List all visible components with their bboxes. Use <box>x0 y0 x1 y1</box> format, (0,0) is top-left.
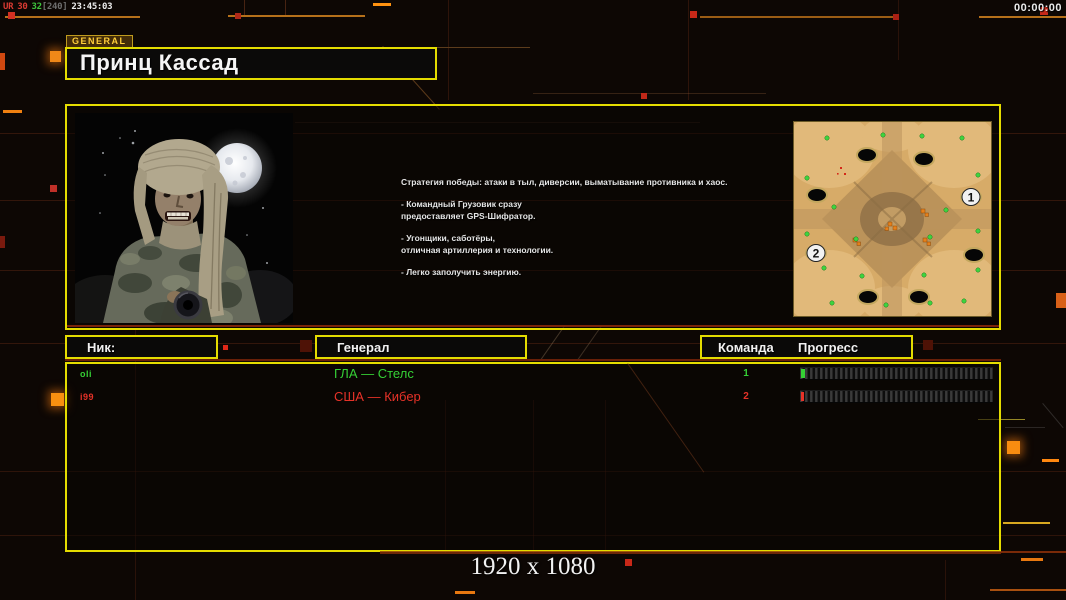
map-art: 1 2 <box>783 112 1000 326</box>
decor-line <box>990 589 1066 591</box>
general-title-box: Принц Кассад <box>65 47 437 80</box>
briefing-paragraph: Стратегия победы: атаки в тыл, диверсии,… <box>401 177 728 187</box>
loading-screen: UR 30 32[240] 23:45:03 00:00:00 GENERAL При… <box>0 0 1066 600</box>
team-column-label: Команда <box>718 340 774 355</box>
decor-square <box>1056 293 1066 308</box>
decor-line <box>65 359 1001 361</box>
panel-accent-line <box>67 325 999 327</box>
resolution-label: 1920 x 1080 <box>470 553 596 580</box>
fps-value2: 32 <box>31 2 43 12</box>
general-name: Принц Кассад <box>80 50 239 75</box>
decor-line <box>688 0 689 100</box>
decor-line <box>448 0 449 100</box>
start-position-2: 2 <box>813 247 820 261</box>
decor-square <box>51 393 64 406</box>
portrait-art <box>63 113 298 335</box>
briefing-paragraph: - Угонщики, саботёры, отличная артиллери… <box>401 233 554 255</box>
decor-line <box>228 15 365 17</box>
briefing-paragraph: - Легко заполучить энергию. <box>401 267 522 277</box>
player-nick: i99 <box>80 392 95 402</box>
player-row: oli ГЛА — Стелс 1 <box>65 366 1001 381</box>
player-team: 2 <box>743 391 749 402</box>
player-general: ГЛА — Стелс <box>334 366 414 381</box>
decor-square <box>50 51 61 62</box>
general-column-label: Генерал <box>337 340 390 355</box>
progress-fill <box>801 369 805 378</box>
decor-square <box>641 93 647 99</box>
start-position-marker: 1 <box>961 188 981 206</box>
fps-app: UR <box>3 2 14 12</box>
decor-line <box>1005 427 1045 428</box>
progress-fill <box>801 392 804 401</box>
decor-line <box>455 591 475 594</box>
player-general: США — Кибер <box>334 389 421 404</box>
player-row: i99 США — Кибер 2 <box>65 389 1001 404</box>
decor-line <box>1003 522 1050 524</box>
general-portrait <box>63 113 298 335</box>
decor-line <box>979 16 1066 18</box>
decor-line <box>373 3 391 6</box>
decor-line <box>3 110 22 113</box>
decor-square <box>0 236 5 248</box>
decor-line <box>1042 403 1064 429</box>
map-preview: 1 2 <box>783 112 1000 326</box>
general-info-panel: Стратегия победы: атаки в тыл, диверсии,… <box>63 104 1001 335</box>
decor-square <box>0 53 5 70</box>
decor-square <box>235 13 241 19</box>
nick-column-label: Ник: <box>87 340 116 355</box>
session-timer: 00:00:00 <box>1013 2 1062 14</box>
decor-square <box>223 345 228 350</box>
decor-square <box>300 340 312 352</box>
player-nick: oli <box>80 369 92 379</box>
progress-bar <box>800 390 993 403</box>
column-header-nick: Ник: <box>65 335 218 359</box>
fps-overlay: UR 30 32[240] 23:45:03 <box>3 2 116 12</box>
strategy-briefing: Стратегия победы: атаки в тыл, диверсии,… <box>401 176 731 288</box>
progress-bar <box>800 367 993 380</box>
decor-square <box>923 340 933 350</box>
decor-square <box>1007 441 1020 454</box>
start-position-1: 1 <box>968 191 975 205</box>
decor-square <box>50 185 57 192</box>
fps-cap: [240] <box>41 2 68 12</box>
player-team: 1 <box>743 368 749 379</box>
briefing-paragraph: - Командный Грузовик сразу предоставляет… <box>401 199 536 221</box>
decor-square <box>893 14 899 20</box>
decor-square <box>8 12 15 19</box>
fps-value: 30 <box>17 2 28 12</box>
decor-line <box>700 16 893 18</box>
decor-square <box>690 11 697 18</box>
column-header-team-progress: Команда Прогресс <box>700 335 913 359</box>
column-header-general: Генерал <box>315 335 527 359</box>
decor-line <box>898 0 899 60</box>
start-position-marker: 2 <box>806 244 826 262</box>
decor-line <box>5 16 140 18</box>
decor-line <box>1042 459 1059 462</box>
decor-line <box>533 93 766 94</box>
progress-column-label: Прогресс <box>798 340 859 355</box>
fps-clock: 23:45:03 <box>71 2 113 12</box>
